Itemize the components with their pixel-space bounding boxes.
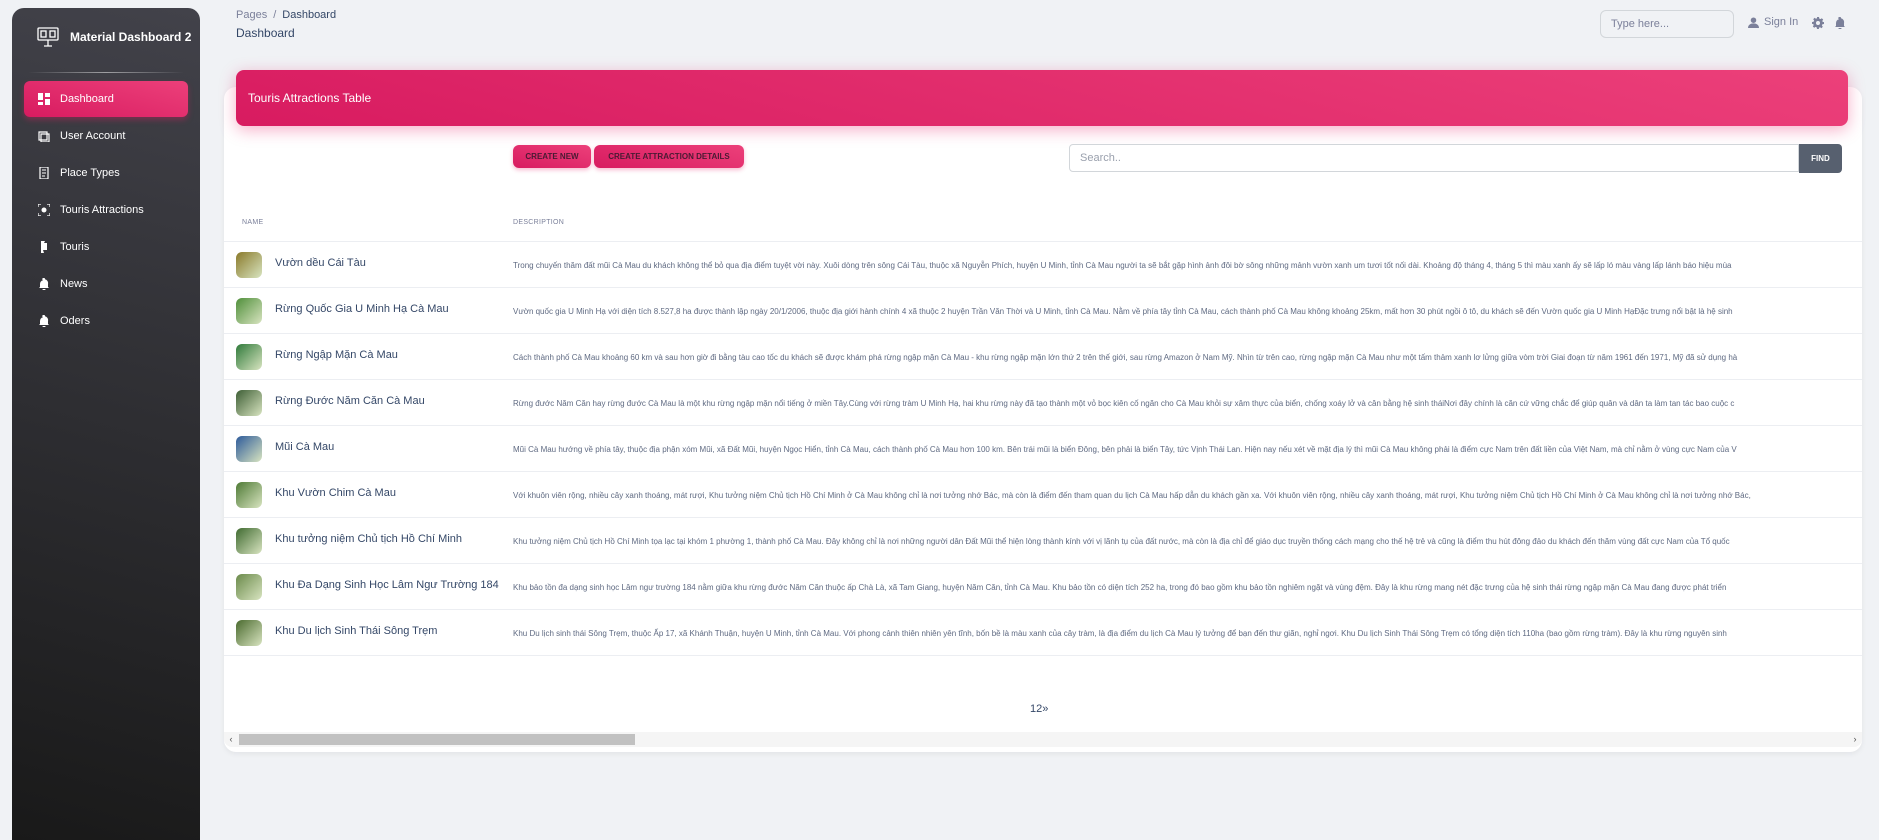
sidebar-item-touris-attractions[interactable]: Touris Attractions bbox=[24, 192, 188, 228]
attraction-thumbnail bbox=[236, 298, 262, 324]
attraction-name: Khu Du lịch Sinh Thái Sông Trẹm bbox=[275, 625, 438, 637]
brand[interactable]: Material Dashboard 2 bbox=[12, 8, 200, 66]
sidebar-item-user-account[interactable]: User Account bbox=[24, 118, 188, 154]
horizontal-scrollbar[interactable]: ‹ › bbox=[224, 732, 1862, 747]
attraction-thumbnail bbox=[236, 528, 262, 554]
attraction-thumbnail bbox=[236, 252, 262, 278]
sidebar-nav: Dashboard User Account Place Types Touri… bbox=[12, 81, 200, 339]
create-attraction-details-button[interactable]: CREATE ATTRACTION DETAILS bbox=[594, 145, 744, 168]
notification-bell-icon[interactable] bbox=[1834, 16, 1846, 30]
attraction-name: Vườn dều Cái Tàu bbox=[275, 257, 366, 269]
scrollbar-thumb[interactable] bbox=[239, 734, 635, 745]
pagination[interactable]: 12» bbox=[1030, 703, 1048, 715]
sidebar-item-touris[interactable]: Touris bbox=[24, 229, 188, 265]
attractions-icon bbox=[38, 204, 50, 216]
attraction-name: Rừng Ngập Mặn Cà Mau bbox=[275, 349, 398, 361]
sidebar: Material Dashboard 2 Dashboard User Acco… bbox=[12, 8, 200, 840]
table-search-input[interactable] bbox=[1069, 144, 1799, 172]
scroll-right-arrow-icon[interactable]: › bbox=[1850, 734, 1860, 745]
attraction-name: Mũi Cà Mau bbox=[275, 441, 335, 453]
breadcrumb-separator: / bbox=[273, 9, 277, 21]
table-row[interactable]: Vườn dều Cái Tàu Trong chuyến thăm đất mũ… bbox=[224, 241, 1862, 287]
attraction-thumbnail bbox=[236, 344, 262, 370]
sidebar-item-news[interactable]: News bbox=[24, 266, 188, 302]
bell-icon bbox=[38, 278, 50, 290]
sidebar-item-label: Touris bbox=[60, 241, 90, 253]
table-row[interactable]: Rừng Quốc Gia U Minh Hạ Cà Mau Vườn quốc … bbox=[224, 287, 1862, 333]
sidebar-item-label: Place Types bbox=[60, 167, 120, 179]
create-new-button[interactable]: CREATE NEW bbox=[513, 145, 591, 168]
attraction-description: Mũi Cà Mau hướng về phía tây, thuộc địa … bbox=[513, 445, 1737, 454]
attraction-description: Khu tưởng niệm Chủ tịch Hồ Chí Minh tọa … bbox=[513, 537, 1730, 546]
scroll-left-arrow-icon[interactable]: ‹ bbox=[226, 734, 236, 745]
attraction-name: Khu tưởng niệm Chủ tịch Hồ Chí Minh bbox=[275, 533, 462, 545]
sidebar-item-place-types[interactable]: Place Types bbox=[24, 155, 188, 191]
attraction-description: Với khuôn viên rộng, nhiều cây xanh thoá… bbox=[513, 491, 1751, 500]
attractions-table: NAME DESCRIPTION Vườn dều Cái Tàu Trong c… bbox=[224, 213, 1862, 657]
breadcrumb-current: Dashboard bbox=[282, 9, 337, 21]
sidebar-item-dashboard[interactable]: Dashboard bbox=[24, 81, 188, 117]
attraction-thumbnail bbox=[236, 574, 262, 600]
attraction-name: Khu Vườn Chim Cà Mau bbox=[275, 487, 396, 499]
place-types-icon bbox=[38, 167, 50, 179]
page-title: Dashboard bbox=[236, 26, 295, 40]
breadcrumb-root[interactable]: Pages bbox=[236, 9, 267, 21]
attraction-description: Trong chuyến thăm đất mũi Cà Mau du khác… bbox=[513, 261, 1732, 270]
sidebar-item-label: Dashboard bbox=[60, 93, 114, 105]
user-icon bbox=[1748, 16, 1759, 28]
attraction-description: Cách thành phố Cà Mau khoảng 60 km và sa… bbox=[513, 353, 1738, 362]
attraction-description: Khu bảo tồn đa dạng sinh học Lâm ngư trư… bbox=[513, 583, 1727, 592]
attraction-description: Rừng đước Năm Căn hay rừng đước Cà Mau l… bbox=[513, 399, 1735, 408]
table-row[interactable]: Rừng Ngập Mặn Cà Mau Cách thành phố Cà Ma… bbox=[224, 333, 1862, 379]
table-row[interactable]: Khu Du lịch Sinh Thái Sông Trẹm Khu Du lị… bbox=[224, 609, 1862, 655]
attraction-name: Khu Đa Dạng Sinh Học Lâm Ngư Trường 184 bbox=[275, 579, 499, 591]
sidebar-item-label: User Account bbox=[60, 130, 126, 142]
user-account-icon bbox=[38, 130, 50, 142]
sidebar-divider bbox=[28, 72, 184, 73]
sign-in-link[interactable]: Sign In bbox=[1748, 16, 1798, 28]
card-header: Touris Attractions Table bbox=[236, 70, 1848, 126]
gear-icon[interactable] bbox=[1812, 16, 1824, 29]
touris-icon bbox=[38, 241, 50, 253]
attraction-thumbnail bbox=[236, 620, 262, 646]
sidebar-item-label: Touris Attractions bbox=[60, 204, 144, 216]
table-row[interactable]: Rừng Đước Năm Căn Cà Mau Rừng đước Năm Că… bbox=[224, 379, 1862, 425]
table-row[interactable]: Khu Du Lịch Biển Khai Long Cà MauBãi biể… bbox=[224, 655, 1862, 657]
attraction-name: Rừng Đước Năm Căn Cà Mau bbox=[275, 395, 425, 407]
table-row[interactable]: Khu tưởng niệm Chủ tịch Hồ Chí Minh Khu t… bbox=[224, 517, 1862, 563]
sign-in-label: Sign In bbox=[1764, 16, 1799, 28]
table-row[interactable]: Khu Đa Dạng Sinh Học Lâm Ngư Trường 184 K… bbox=[224, 563, 1862, 609]
attraction-thumbnail bbox=[236, 390, 262, 416]
attraction-description: Vườn quốc gia U Minh Hạ với diện tích 8.… bbox=[513, 307, 1733, 316]
attraction-thumbnail bbox=[236, 482, 262, 508]
sidebar-item-label: News bbox=[60, 278, 88, 290]
column-header-name: NAME bbox=[242, 219, 264, 226]
table-row[interactable]: Khu Vườn Chim Cà Mau Với khuôn viên rộng,… bbox=[224, 471, 1862, 517]
brand-logo-icon bbox=[36, 25, 60, 49]
attraction-thumbnail bbox=[236, 436, 262, 462]
breadcrumb: Pages / Dashboard bbox=[236, 9, 336, 21]
sidebar-item-label: Oders bbox=[60, 315, 90, 327]
attraction-description: Khu Du lịch sinh thái Sông Trẹm, thuộc Ấ… bbox=[513, 629, 1727, 638]
column-header-description: DESCRIPTION bbox=[513, 219, 565, 226]
find-button[interactable]: FIND bbox=[1799, 144, 1842, 173]
sidebar-item-oders[interactable]: Oders bbox=[24, 303, 188, 339]
attraction-name: Rừng Quốc Gia U Minh Hạ Cà Mau bbox=[275, 303, 449, 315]
bell-icon bbox=[38, 315, 50, 327]
brand-name: Material Dashboard 2 bbox=[70, 30, 192, 44]
top-search-input[interactable] bbox=[1600, 10, 1734, 38]
table-row[interactable]: Mũi Cà Mau Mũi Cà Mau hướng về phía tây, … bbox=[224, 425, 1862, 471]
dashboard-icon bbox=[38, 93, 50, 105]
